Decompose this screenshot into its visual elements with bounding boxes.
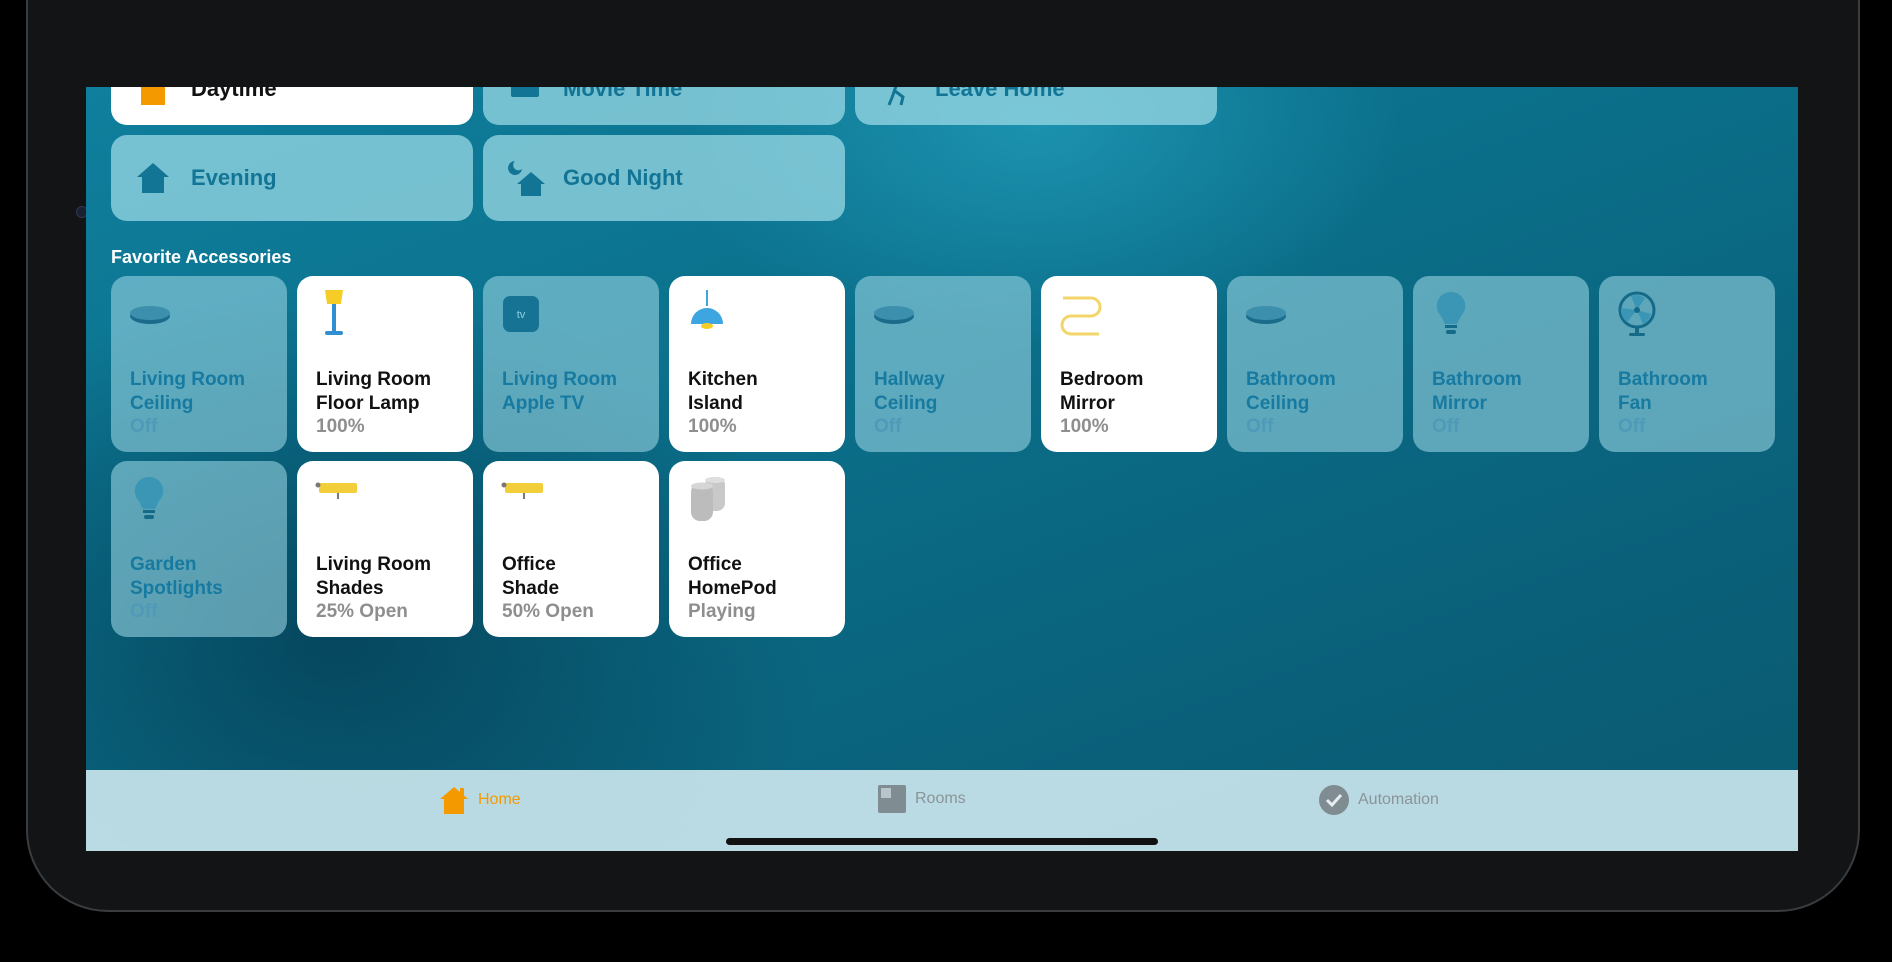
house-icon: [137, 163, 169, 193]
accessory-name: Bathroom Mirror: [1432, 369, 1522, 414]
accessory-bathroom-fan[interactable]: Bathroom Fan Off: [1599, 276, 1775, 452]
light-bulb-icon: [134, 476, 164, 519]
light-bulb-icon: [1436, 291, 1466, 334]
light-strip-icon: [1060, 296, 1102, 336]
apple-tv-icon: tv: [503, 296, 539, 332]
svg-text:tv: tv: [517, 309, 526, 321]
accessory-bathroom-mirror[interactable]: Bathroom Mirror Off: [1413, 276, 1589, 452]
scene-label: Movie Time: [563, 87, 683, 101]
accessory-living-room-ceiling[interactable]: Living Room Ceiling Off: [111, 276, 287, 452]
accessory-living-room-floor-lamp[interactable]: Living Room Floor Lamp 100%: [297, 276, 473, 452]
tab-bar: Home Rooms Automation: [86, 770, 1798, 851]
pendant-light-icon: [691, 290, 723, 329]
scene-label: Evening: [191, 165, 277, 190]
ceiling-light-icon: [130, 306, 170, 324]
section-title-favorite-accessories: Favorite Accessories: [111, 247, 292, 267]
tab-label: Automation: [1358, 791, 1439, 808]
accessory-name: Living Room Apple TV: [502, 369, 618, 414]
accessory-hallway-ceiling[interactable]: Hallway Ceiling Off: [855, 276, 1031, 452]
scene-label: Good Night: [563, 165, 683, 190]
house-sun-icon: [141, 87, 165, 105]
rooms-icon: [878, 785, 906, 813]
scene-label: Leave Home: [935, 87, 1065, 101]
accessory-office-homepod[interactable]: Office HomePod Playing: [669, 461, 845, 637]
accessory-name: Living Room Ceiling: [130, 369, 246, 414]
accessory-name: Office HomePod: [688, 554, 777, 599]
scene-daytime[interactable]: Daytime: [111, 87, 473, 125]
scene-good-night[interactable]: Good Night: [483, 135, 845, 221]
home-icon: [440, 787, 468, 814]
accessory-status: 100%: [688, 416, 737, 437]
accessory-status: 100%: [316, 416, 365, 437]
scene-label: Daytime: [191, 87, 277, 101]
accessory-name: Kitchen Island: [688, 369, 758, 414]
tab-automation[interactable]: Automation: [1318, 784, 1439, 816]
accessory-status: Off: [130, 601, 158, 622]
scene-leave-home[interactable]: Leave Home: [855, 87, 1217, 125]
accessory-status: 100%: [1060, 416, 1109, 437]
tab-rooms[interactable]: Rooms: [877, 784, 966, 814]
accessory-name: Bathroom Fan: [1618, 369, 1708, 414]
accessory-living-room-shades[interactable]: Living Room Shades 25% Open: [297, 461, 473, 637]
home-indicator[interactable]: [726, 838, 1158, 845]
accessory-kitchen-island[interactable]: Kitchen Island 100%: [669, 276, 845, 452]
scene-movie-time[interactable]: Movie Time: [483, 87, 845, 125]
accessory-name: Hallway Ceiling: [874, 369, 945, 414]
homepod-icon: [691, 477, 725, 521]
tv-icon: [511, 87, 539, 97]
accessory-status: 50% Open: [502, 601, 594, 622]
person-walking-icon: [887, 87, 905, 106]
scene-evening[interactable]: Evening: [111, 135, 473, 221]
accessory-name: Office Shade: [502, 554, 560, 599]
accessory-name: Bedroom Mirror: [1060, 369, 1144, 414]
accessory-status: Off: [130, 416, 158, 437]
window-shade-icon: [501, 482, 543, 499]
accessory-name: Bathroom Ceiling: [1246, 369, 1336, 414]
ceiling-light-icon: [874, 306, 914, 324]
automation-icon: [1319, 785, 1349, 815]
accessory-living-room-apple-tv[interactable]: tv Living Room Apple TV: [483, 276, 659, 452]
accessory-status: Off: [1618, 416, 1646, 437]
tab-label: Rooms: [915, 790, 966, 807]
accessory-bathroom-ceiling[interactable]: Bathroom Ceiling Off: [1227, 276, 1403, 452]
accessory-status: 25% Open: [316, 601, 408, 622]
accessory-bedroom-mirror[interactable]: Bedroom Mirror 100%: [1041, 276, 1217, 452]
fan-icon: [1618, 291, 1656, 336]
accessory-office-shade[interactable]: Office Shade 50% Open: [483, 461, 659, 637]
home-screen: Daytime Movie Time Leave Home Evening Go…: [86, 87, 1798, 851]
accessory-status: Off: [1432, 416, 1460, 437]
floor-lamp-icon: [325, 290, 343, 335]
accessory-status: Off: [874, 416, 902, 437]
accessory-name: Living Room Floor Lamp: [316, 369, 432, 414]
tab-label: Home: [478, 791, 521, 808]
window-shade-icon: [315, 482, 357, 499]
accessory-name: Garden Spotlights: [130, 554, 223, 599]
accessory-name: Living Room Shades: [316, 554, 432, 599]
house-moon-icon: [508, 161, 545, 196]
ceiling-light-icon: [1246, 306, 1286, 324]
tab-home[interactable]: Home: [438, 784, 521, 816]
accessory-status: Playing: [688, 601, 756, 622]
accessory-garden-spotlights[interactable]: Garden Spotlights Off: [111, 461, 287, 637]
accessory-status: Off: [1246, 416, 1274, 437]
